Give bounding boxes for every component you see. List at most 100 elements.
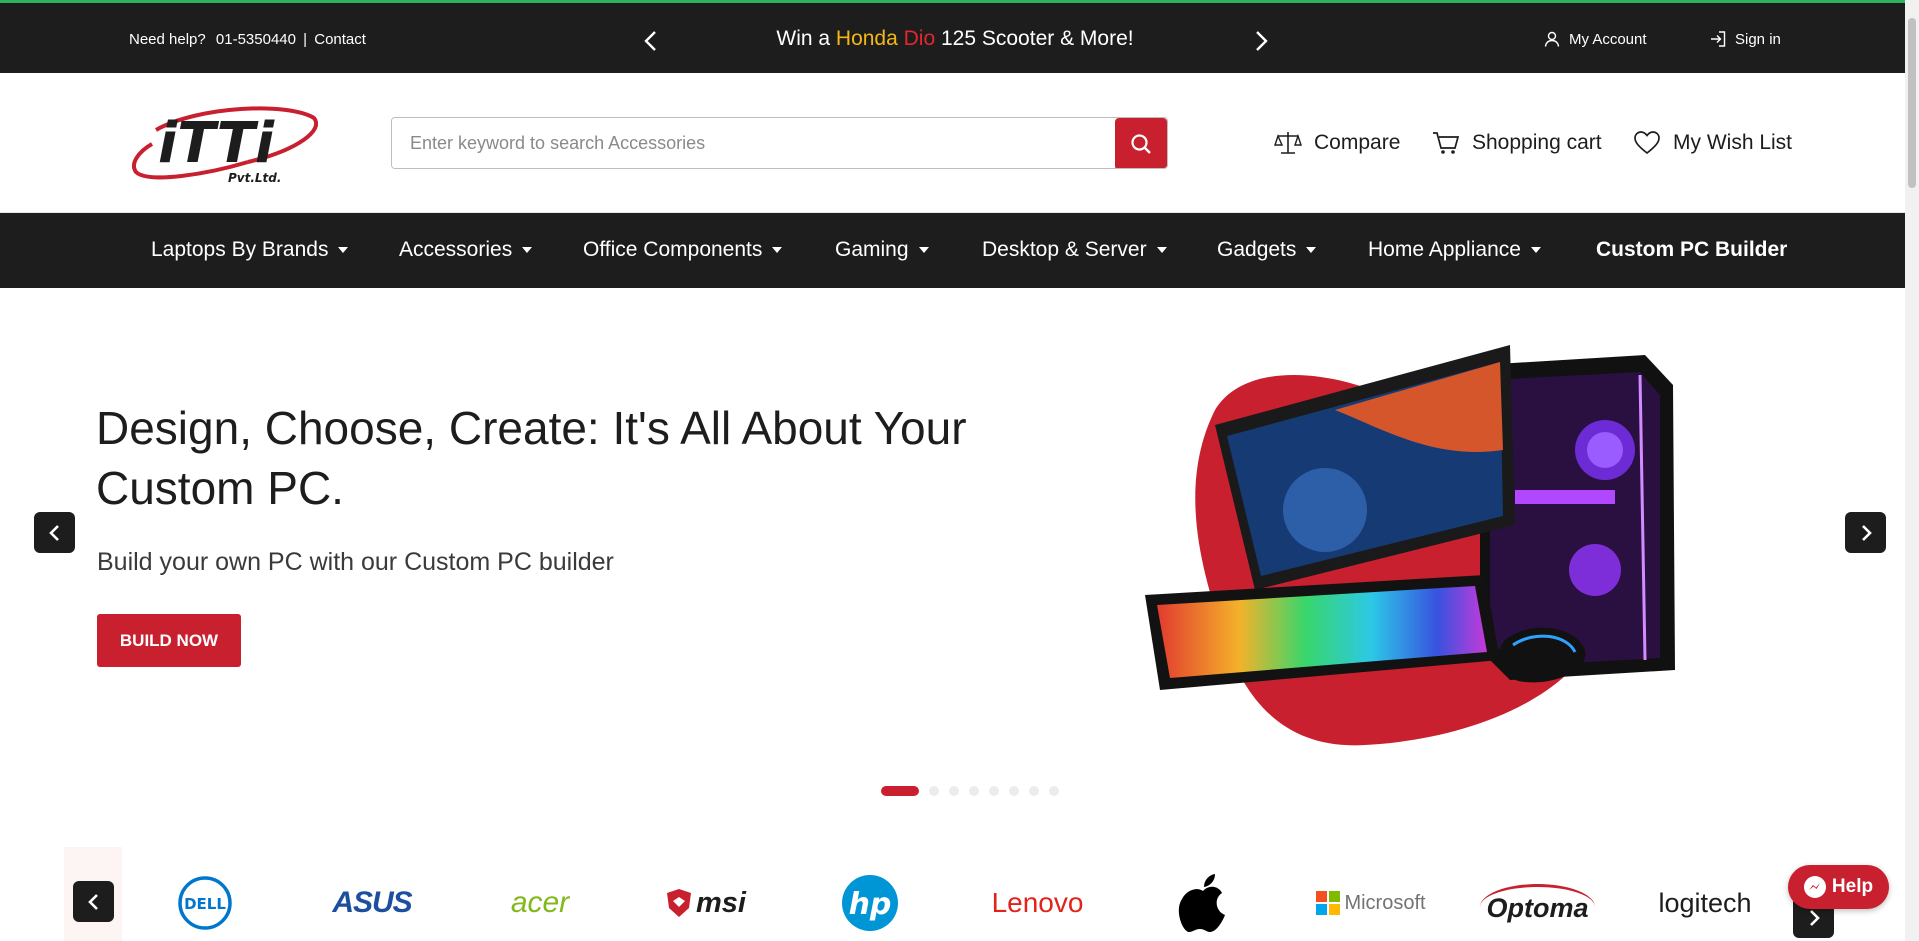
hp-logo-graphic: hp [842, 875, 898, 931]
caret-down-icon [772, 247, 783, 253]
hero-subtitle: Build your own PC with our Custom PC bui… [97, 548, 614, 576]
brand-msi-logo[interactable]: msi [656, 868, 756, 938]
nav-desktop-server[interactable]: Desktop & Server [982, 238, 1167, 262]
pagination-dot[interactable] [1049, 786, 1059, 796]
logo-graphic: iTTi Pvt.Ltd. [132, 106, 318, 185]
brand-hp-logo[interactable]: hp [840, 868, 900, 938]
apple-icon [1178, 874, 1225, 932]
hp-wordmark: hp [849, 887, 892, 922]
pagination-dot[interactable] [1009, 786, 1019, 796]
promo-banner[interactable]: Win a Honda Dio 125 Scooter & More! [730, 27, 1180, 51]
promo-dio: Dio [897, 27, 936, 50]
nav-office-components[interactable]: Office Components [583, 238, 783, 262]
nav-custom-pc-builder[interactable]: Custom PC Builder [1596, 238, 1787, 262]
nav-label: Laptops By Brands [151, 238, 329, 261]
brand-optoma-logo[interactable]: Optoma [1480, 884, 1595, 930]
pagination-dot[interactable] [989, 786, 999, 796]
wishlist-label: My Wish List [1673, 131, 1793, 154]
nav-label: Custom PC Builder [1596, 238, 1788, 261]
caret-down-icon [1156, 247, 1167, 253]
wishlist-link[interactable]: My Wish List [1633, 130, 1792, 156]
heart-icon [1634, 131, 1660, 155]
page-scrollbar[interactable] [1905, 0, 1919, 941]
chevron-right-icon [1256, 31, 1268, 51]
promo-prev-button[interactable] [640, 29, 662, 53]
caret-down-icon [918, 247, 929, 253]
pagination-dot[interactable] [929, 786, 939, 796]
scrollbar-thumb[interactable] [1908, 18, 1916, 188]
my-account-link[interactable]: My Account [1543, 30, 1647, 48]
caret-down-icon [1530, 247, 1541, 253]
pagination-dot[interactable] [1029, 786, 1039, 796]
hero-prev-button[interactable] [34, 512, 75, 553]
promo-next-button[interactable] [1250, 29, 1272, 53]
hero-pagination [881, 786, 1059, 796]
brand-lenovo-logo[interactable]: Lenovo [990, 868, 1085, 938]
sign-in-label: Sign in [1735, 30, 1781, 48]
hero-next-button[interactable] [1845, 512, 1886, 553]
msi-shield-icon [667, 889, 691, 917]
scale-icon [1274, 132, 1302, 154]
help-chat-button[interactable]: Help [1788, 865, 1889, 909]
brand-dell-logo[interactable]: DELL [175, 868, 235, 938]
pagination-dot-active[interactable] [881, 786, 919, 796]
chevron-left-icon [87, 893, 98, 910]
brand-acer-logo[interactable]: acer [500, 868, 580, 938]
nav-label: Gadgets [1217, 238, 1297, 261]
cart-icon [1433, 132, 1460, 154]
caret-down-icon [338, 247, 349, 253]
messenger-icon [1803, 876, 1826, 898]
pagination-dot[interactable] [969, 786, 979, 796]
promo-suffix: 125 Scooter & More! [935, 27, 1134, 50]
caret-down-icon [522, 247, 533, 253]
logo-wordmark: iTTi [158, 111, 275, 176]
nav-label: Desktop & Server [982, 238, 1147, 261]
itti-logo[interactable]: iTTi Pvt.Ltd. [128, 100, 318, 188]
build-now-button[interactable]: BUILD NOW [97, 614, 241, 667]
help-contact: Need help? 01-5350440 | Contact [129, 31, 366, 48]
contact-link[interactable]: Contact [314, 31, 366, 48]
chevron-right-icon [1861, 524, 1872, 541]
search-button[interactable] [1115, 118, 1167, 168]
nav-accessories[interactable]: Accessories [399, 238, 533, 262]
nav-gadgets[interactable]: Gadgets [1217, 238, 1317, 262]
my-account-label: My Account [1569, 30, 1647, 48]
brand-logitech-logo[interactable]: logitech [1650, 868, 1760, 938]
compare-label: Compare [1314, 131, 1401, 154]
brand-apple-logo[interactable] [1176, 868, 1230, 938]
brand-asus-logo[interactable]: ASUS [322, 868, 422, 938]
main-nav: Laptops By Brands Accessories Office Com… [0, 213, 1919, 288]
user-icon [1544, 31, 1560, 47]
nav-home-appliance[interactable]: Home Appliance [1368, 238, 1541, 262]
promo-prefix: Win a [776, 27, 836, 50]
shopping-cart-link[interactable]: Shopping cart [1432, 130, 1602, 156]
pagination-dot[interactable] [949, 786, 959, 796]
nav-label: Home Appliance [1368, 238, 1521, 261]
nav-gaming[interactable]: Gaming [835, 238, 929, 262]
hero-custom-pc-image [1135, 340, 1675, 750]
dell-wordmark: DELL [184, 895, 226, 913]
brand-microsoft-logo[interactable]: Microsoft [1312, 868, 1430, 938]
search-bar [391, 117, 1168, 169]
msi-wordmark: msi [696, 886, 746, 919]
chevron-left-icon [48, 524, 59, 541]
help-phone[interactable]: 01-5350440 [216, 31, 296, 48]
nav-laptops-by-brands[interactable]: Laptops By Brands [151, 238, 349, 262]
chevron-right-icon [1809, 909, 1820, 926]
sign-in-link[interactable]: Sign in [1709, 30, 1781, 48]
search-input[interactable] [392, 118, 1115, 168]
brand-prev-button[interactable] [73, 881, 114, 922]
top-bar: Need help? 01-5350440 | Contact Win a Ho… [0, 0, 1919, 73]
nav-label: Gaming [835, 238, 909, 261]
help-label: Help [1831, 876, 1874, 897]
sign-in-icon [1711, 31, 1726, 47]
caret-down-icon [1306, 247, 1317, 253]
compare-link[interactable]: Compare [1274, 130, 1400, 156]
cart-label: Shopping cart [1472, 131, 1602, 154]
brand-carousel [0, 845, 1919, 941]
chevron-left-icon [644, 31, 656, 51]
search-icon [1131, 134, 1151, 154]
nav-label: Office Components [583, 238, 763, 261]
dell-logo-graphic: DELL [178, 876, 232, 930]
hero-title: Design, Choose, Create: It's All About Y… [96, 402, 967, 514]
